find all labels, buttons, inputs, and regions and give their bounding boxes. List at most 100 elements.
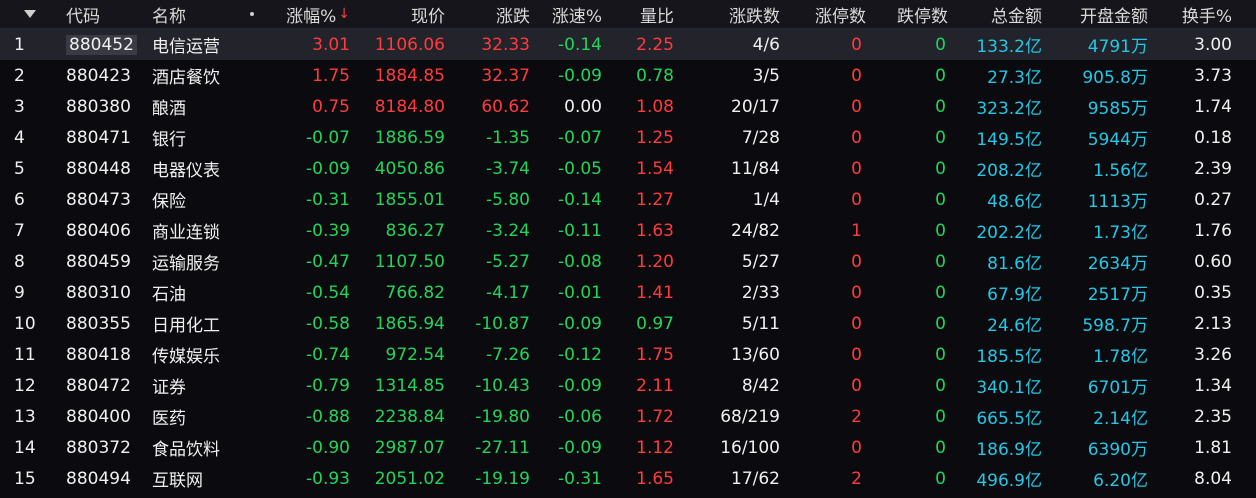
cell-amt: 340.1亿 [976, 378, 1042, 398]
dot-icon[interactable] [246, 0, 258, 28]
table-row[interactable]: 14 880372 食品饮料 -0.90 2987.07 -27.11 -0.09 1.12 1… [0, 432, 1256, 463]
cell-vr: 1.20 [636, 251, 674, 272]
cell-idx: 4 [14, 127, 25, 148]
cell-vr: 2.11 [636, 375, 674, 396]
cell-to: 0.18 [1194, 127, 1232, 148]
table-row[interactable]: 11 880418 传媒娱乐 -0.74 972.54 -7.26 -0.12 1.75 13/… [0, 339, 1256, 370]
col-updown[interactable]: 涨跌数 [690, 0, 780, 28]
cell-oamt: 1.73亿 [1093, 223, 1148, 243]
col-chg[interactable]: 涨跌 [450, 0, 530, 28]
cell-ud: 4/6 [752, 34, 780, 55]
col-name[interactable]: 名称 [152, 0, 232, 28]
cell-price: 1855.01 [374, 189, 445, 210]
cell-name: 证券 [152, 378, 186, 398]
cell-ud: 20/17 [731, 96, 780, 117]
cell-amt: 133.2亿 [976, 37, 1042, 57]
table-row[interactable]: 12 880472 证券 -0.79 1314.85 -10.43 -0.09 2.11 8/4… [0, 370, 1256, 401]
cell-speed: -0.09 [558, 65, 602, 86]
cell-ld: 0 [935, 189, 946, 210]
col-amount[interactable]: 总金额 [950, 0, 1042, 28]
cell-ld: 0 [935, 127, 946, 148]
cell-vr: 1.72 [636, 406, 674, 427]
cell-idx: 1 [14, 34, 25, 55]
cell-amt: 48.6亿 [987, 192, 1042, 212]
table-row[interactable]: 6 880473 保险 -0.31 1855.01 -5.80 -0.14 1.27 1/4 0 0… [0, 184, 1256, 215]
cell-lu: 2 [851, 468, 862, 489]
cell-oamt: 598.7万 [1082, 316, 1148, 336]
col-code[interactable]: 代码 [66, 0, 136, 28]
table-row[interactable]: 5 880448 电器仪表 -0.09 4050.86 -3.74 -0.05 1.54 11/… [0, 153, 1256, 184]
cell-ud: 8/42 [741, 375, 780, 396]
cell-price: 2987.07 [374, 437, 445, 458]
cell-chg: -1.35 [486, 127, 530, 148]
col-limitdown[interactable]: 跌停数 [870, 0, 948, 28]
cell-code: 880471 [66, 127, 131, 148]
table-body: 1 880452 电信运营 3.01 1106.06 32.33 -0.14 2.25 4/6 0… [0, 29, 1256, 494]
table-row[interactable]: 10 880355 日用化工 -0.58 1865.94 -10.87 -0.09 0.97 5… [0, 308, 1256, 339]
cell-speed: -0.06 [558, 406, 602, 427]
cell-name: 电信运营 [152, 37, 220, 57]
cell-price: 8184.80 [374, 96, 445, 117]
cell-amt: 208.2亿 [976, 161, 1042, 181]
table-row[interactable]: 8 880459 运输服务 -0.47 1107.50 -5.27 -0.08 1.20 5/2… [0, 246, 1256, 277]
sort-desc-icon: ↓ [338, 6, 350, 22]
cell-idx: 11 [14, 344, 36, 365]
cell-lu: 0 [851, 344, 862, 365]
cell-ud: 2/33 [741, 282, 780, 303]
cell-idx: 3 [14, 96, 25, 117]
table-row[interactable]: 9 880310 石油 -0.54 766.82 -4.17 -0.01 1.41 2/33 0 0… [0, 277, 1256, 308]
col-vol-ratio[interactable]: 量比 [610, 0, 674, 28]
col-open-amount[interactable]: 开盘金额 [1050, 0, 1148, 28]
cell-oamt: 6701万 [1087, 378, 1148, 398]
cell-code-selected: 880452 [66, 34, 137, 55]
cell-speed: -0.09 [558, 437, 602, 458]
cell-to: 1.34 [1194, 375, 1232, 396]
cell-name: 传媒娱乐 [152, 347, 220, 367]
cell-lu: 0 [851, 127, 862, 148]
cell-ud: 68/219 [720, 406, 780, 427]
cell-code: 880380 [66, 96, 131, 117]
table-row[interactable]: 2 880423 酒店餐饮 1.75 1884.85 32.37 -0.09 0.78 3/5 0… [0, 60, 1256, 91]
cell-pct: -0.09 [306, 158, 350, 179]
table-row[interactable]: 15 880494 互联网 -0.93 2051.02 -19.19 -0.31 1.65 17… [0, 463, 1256, 494]
cell-code: 880423 [66, 65, 131, 86]
col-limitup[interactable]: 涨停数 [790, 0, 866, 28]
cell-pct: 3.01 [312, 34, 350, 55]
cell-ld: 0 [935, 34, 946, 55]
cell-pct: -0.54 [306, 282, 350, 303]
table-row[interactable]: 3 880380 酿酒 0.75 8184.80 60.62 0.00 1.08 20/17 0 0… [0, 91, 1256, 122]
caret-down-icon[interactable] [18, 0, 42, 28]
cell-oamt: 1113万 [1087, 192, 1148, 212]
col-price[interactable]: 现价 [360, 0, 445, 28]
cell-idx: 5 [14, 158, 25, 179]
cell-lu: 0 [851, 251, 862, 272]
cell-name: 医药 [152, 409, 186, 429]
cell-pct: -0.58 [306, 313, 350, 334]
cell-pct: -0.47 [306, 251, 350, 272]
col-speed[interactable]: 涨速% [530, 0, 602, 28]
table-row[interactable]: 7 880406 商业连锁 -0.39 836.27 -3.24 -0.11 1.63 24/8… [0, 215, 1256, 246]
cell-amt: 81.6亿 [987, 254, 1042, 274]
table-row[interactable]: 4 880471 银行 -0.07 1886.59 -1.35 -0.07 1.25 7/28 0… [0, 122, 1256, 153]
col-turnover[interactable]: 换手% [1160, 0, 1232, 28]
cell-to: 2.13 [1194, 313, 1232, 334]
cell-name: 日用化工 [152, 316, 220, 336]
cell-ld: 0 [935, 313, 946, 334]
cell-amt: 665.5亿 [976, 409, 1042, 429]
cell-ud: 5/27 [741, 251, 780, 272]
cell-ud: 24/82 [731, 220, 780, 241]
cell-ld: 0 [935, 344, 946, 365]
cell-chg: -10.87 [475, 313, 530, 334]
cell-oamt: 1.56亿 [1093, 161, 1148, 181]
table-row[interactable]: 13 880400 医药 -0.88 2238.84 -19.80 -0.06 1.72 68/… [0, 401, 1256, 432]
cell-vr: 1.41 [636, 282, 674, 303]
cell-vr: 2.25 [636, 34, 674, 55]
cell-ld: 0 [935, 375, 946, 396]
cell-vr: 1.54 [636, 158, 674, 179]
table-row[interactable]: 1 880452 电信运营 3.01 1106.06 32.33 -0.14 2.25 4/6 0… [0, 29, 1256, 60]
cell-name: 酿酒 [152, 99, 186, 119]
cell-code: 880459 [66, 251, 131, 272]
col-pct[interactable]: 涨幅% ↓ [270, 0, 350, 28]
cell-pct: -0.31 [306, 189, 350, 210]
cell-lu: 0 [851, 282, 862, 303]
